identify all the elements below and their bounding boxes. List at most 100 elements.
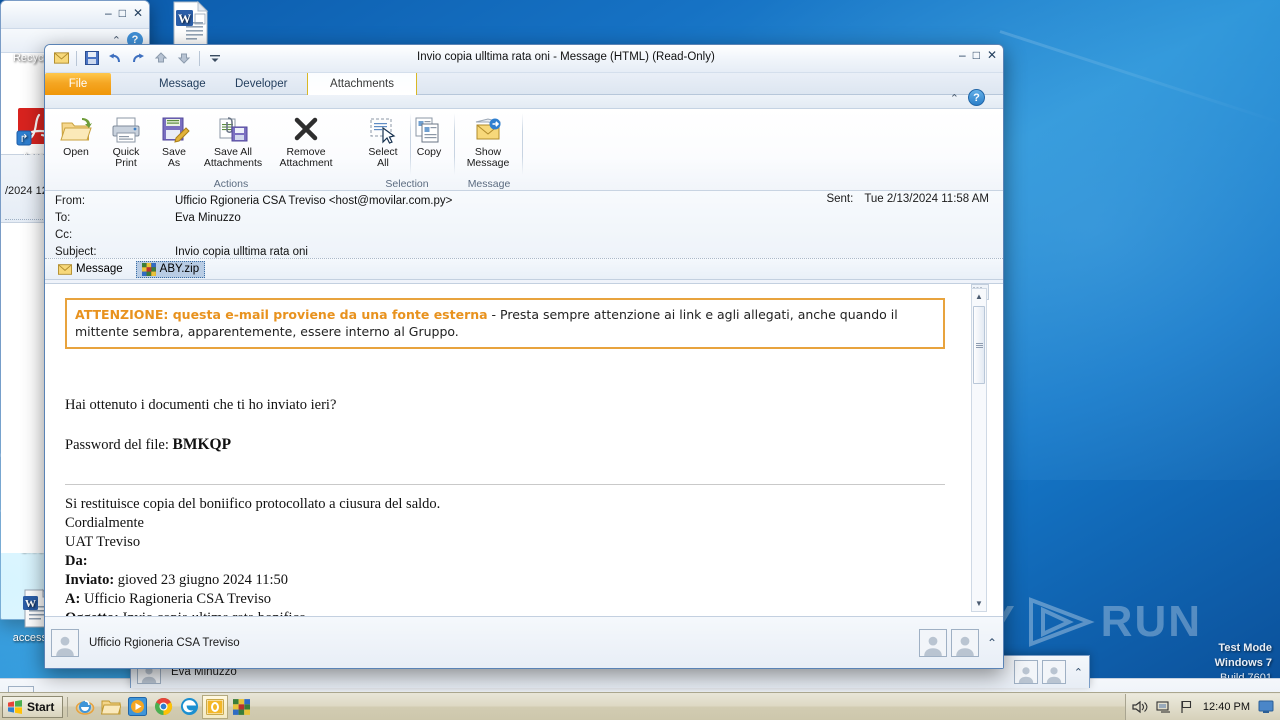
undo-icon[interactable]	[105, 48, 125, 68]
cc-label: Cc:	[55, 229, 73, 241]
external-email-warning-banner: ATTENZIONE: questa e-mail proviene da un…	[65, 298, 945, 349]
avatar[interactable]	[1013, 660, 1038, 684]
second-window-expand-icon[interactable]: ⌃	[1074, 666, 1083, 679]
collapse-ribbon-icon[interactable]: ⌃	[950, 92, 959, 105]
taskbar-windows-explorer[interactable]	[98, 695, 124, 719]
password-label: Password del file:	[65, 437, 173, 453]
minimize-button[interactable]: –	[959, 49, 966, 61]
taskbar-internet-explorer[interactable]	[72, 695, 98, 719]
avatar	[51, 628, 79, 657]
redo-icon[interactable]	[128, 48, 148, 68]
taskbar-archive-manager[interactable]	[228, 695, 254, 719]
customize-qat-icon[interactable]	[205, 48, 225, 68]
close-button[interactable]: ✕	[987, 49, 997, 61]
message-icon[interactable]	[51, 48, 71, 68]
ribbon-group-label-selection: Selection	[385, 178, 429, 190]
quoted-inviato-label: Inviato:	[65, 572, 115, 588]
taskbar-clock[interactable]: 12:40 PM	[1203, 701, 1250, 713]
ribbon-group-message: Show Message Message	[455, 109, 523, 191]
background-window-titlebar[interactable]: – □ ✕	[1, 1, 149, 29]
quick-access-toolbar[interactable]	[51, 48, 225, 68]
save-icon[interactable]	[82, 48, 102, 68]
volume-icon[interactable]	[1132, 700, 1148, 714]
body-vertical-scrollbar[interactable]: ▲ ▼	[971, 288, 987, 612]
bg-close-button[interactable]: ✕	[133, 6, 143, 20]
start-button[interactable]: Start	[2, 695, 64, 718]
show-message-icon	[455, 113, 521, 147]
save-as-icon	[151, 113, 197, 147]
tab-developer[interactable]: Developer	[223, 73, 299, 95]
bg-maximize-button[interactable]: □	[119, 6, 126, 20]
taskbar-microsoft-edge[interactable]	[176, 695, 202, 719]
save-all-attachments-icon	[197, 113, 269, 147]
open-button[interactable]: Open	[51, 111, 101, 158]
avatar[interactable]	[1041, 660, 1066, 684]
printer-icon	[101, 113, 151, 147]
attachment-aby-zip[interactable]: ABY.zip	[135, 260, 206, 278]
message-window[interactable]: Attachment Tools	[44, 44, 1004, 669]
to-value[interactable]: Eva Minuzzo	[175, 210, 241, 227]
quote-divider	[65, 484, 945, 485]
svg-text:W: W	[178, 11, 191, 26]
save-as-button[interactable]: Save As	[151, 111, 197, 169]
tab-message[interactable]: Message	[147, 73, 218, 95]
network-icon[interactable]	[1156, 700, 1172, 714]
message-tab-item[interactable]: Message	[53, 262, 128, 276]
scrollbar-thumb[interactable]	[973, 306, 985, 384]
body-paragraph-1: Hai ottenuto i documenti che ti ho invia…	[65, 397, 337, 413]
window-titlebar[interactable]: Invio copia ulltima rata oni - Message (…	[45, 45, 1003, 73]
desktop-icon-word-document[interactable]: W	[155, 0, 223, 48]
tab-file[interactable]: File	[45, 73, 111, 95]
help-icon[interactable]: ?	[968, 89, 985, 106]
system-tray[interactable]: 12:40 PM	[1124, 693, 1280, 720]
from-value[interactable]: Ufficio Rgioneria CSA Treviso <host@movi…	[175, 193, 452, 210]
taskbar-google-chrome[interactable]	[150, 695, 176, 719]
windows-logo-icon	[8, 699, 22, 714]
windows-version-line: Windows 7	[1214, 657, 1272, 669]
header-row-to: To: Eva Minuzzo	[45, 210, 1003, 227]
ribbon-group-label-message: Message	[467, 178, 511, 190]
ribbon-group-separator	[522, 113, 523, 175]
anyrun-suffix: RUN	[1100, 597, 1202, 646]
test-mode-line: Test Mode	[1218, 642, 1272, 654]
select-all-button[interactable]: Select All	[359, 111, 407, 169]
save-as-line2: As	[167, 157, 181, 169]
window-controls[interactable]: – □ ✕	[959, 49, 997, 61]
message-body-area[interactable]: ATTENZIONE: questa e-mail proviene da un…	[45, 283, 1003, 616]
quoted-line-3: UAT Treviso	[65, 534, 141, 550]
taskbar-outlook[interactable]	[202, 694, 229, 719]
quick-print-button[interactable]: Quick Print	[101, 111, 151, 169]
previous-item-icon[interactable]	[151, 48, 171, 68]
internet-explorer-icon	[76, 699, 95, 715]
save-all-attachments-button[interactable]: Save All Attachments	[197, 111, 269, 169]
taskbar-media-player[interactable]	[124, 695, 150, 719]
word-document-icon: W	[155, 0, 223, 46]
quoted-a-value: Ufficio Ragioneria CSA Treviso	[80, 591, 271, 607]
people-pane[interactable]: Ufficio Rgioneria CSA Treviso ⌃	[45, 616, 1003, 668]
taskbar[interactable]: Start 12:40 PM	[0, 692, 1280, 720]
qat-separator	[76, 50, 77, 66]
scroll-down-button[interactable]: ▼	[972, 596, 986, 611]
ribbon[interactable]: Open Quick Print Save As Save All Attach…	[45, 109, 1003, 191]
bg-minimize-button[interactable]: –	[105, 6, 112, 20]
avatar[interactable]	[918, 628, 947, 657]
tab-attachments[interactable]: Attachments	[307, 73, 417, 95]
quoted-line-1: Si restituisce copia del boniifico proto…	[65, 496, 441, 512]
attachment-bar[interactable]: Message ABY.zip	[45, 259, 1003, 280]
select-all-line2: All	[377, 157, 389, 169]
maximize-button[interactable]: □	[973, 49, 980, 61]
people-pane-expand-icon[interactable]: ⌃	[987, 636, 997, 650]
from-label: From:	[55, 195, 86, 207]
show-desktop-button[interactable]	[1258, 700, 1274, 714]
avatar[interactable]	[950, 628, 979, 657]
ribbon-tabstrip[interactable]: File Message Developer Attachments	[45, 73, 1003, 95]
copy-button[interactable]: Copy	[407, 111, 451, 158]
show-message-button[interactable]: Show Message	[455, 111, 521, 169]
scroll-up-button[interactable]: ▲	[972, 289, 986, 304]
action-center-icon[interactable]	[1180, 700, 1195, 714]
ribbon-helpbar: ⌃ ?	[45, 89, 1003, 109]
second-window-people-avatars: ⌃	[1013, 660, 1083, 684]
next-item-icon[interactable]	[174, 48, 194, 68]
remove-attachment-button[interactable]: Remove Attachment	[269, 111, 343, 169]
media-player-icon	[127, 697, 147, 716]
